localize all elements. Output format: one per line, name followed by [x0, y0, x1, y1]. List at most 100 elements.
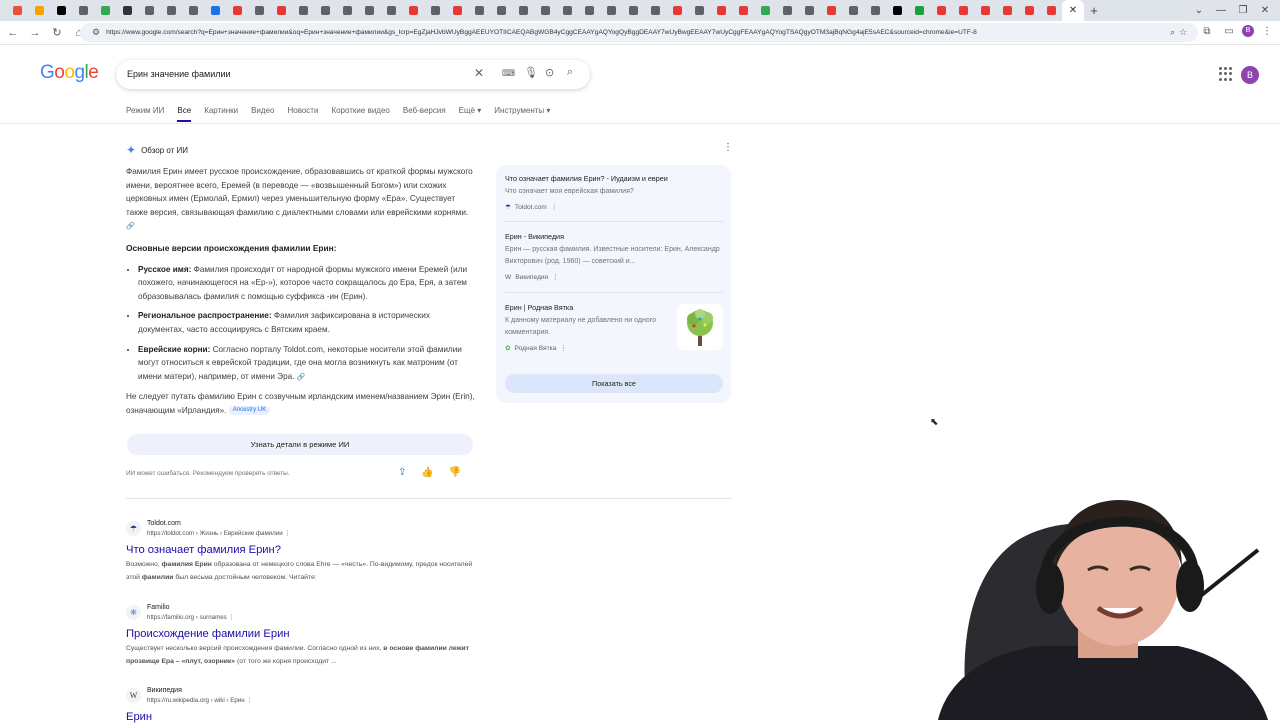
keyboard-icon[interactable]: ⌨ [502, 68, 515, 79]
browser-tab[interactable] [402, 0, 424, 21]
browser-tab[interactable] [380, 0, 402, 21]
source-card[interactable]: Ерин | Родная Вятка К данному материалу … [505, 303, 670, 352]
browser-tab[interactable] [930, 0, 952, 21]
google-logo[interactable]: Google [40, 62, 99, 84]
browser-tab[interactable] [512, 0, 534, 21]
more-icon[interactable]: ⋮ [552, 273, 559, 281]
browser-tab[interactable] [424, 0, 446, 21]
source-chip[interactable]: Ancestry UK [228, 406, 271, 416]
browser-tab[interactable] [974, 0, 996, 21]
browser-tab[interactable] [710, 0, 732, 21]
reload-icon[interactable]: ↻ [48, 26, 66, 39]
result-title-link[interactable]: Ерин [126, 710, 526, 724]
account-avatar[interactable]: B [1241, 66, 1259, 84]
browser-tab[interactable] [534, 0, 556, 21]
browser-tab[interactable] [182, 0, 204, 21]
more-icon[interactable]: ⋮ [560, 344, 567, 352]
browser-tab[interactable] [358, 0, 380, 21]
tab-short-videos[interactable]: Короткие видео [331, 106, 389, 122]
tab-web[interactable]: Веб-версия [403, 106, 446, 122]
address-url[interactable]: https://www.google.com/search?q=Ерин+зна… [106, 29, 1166, 36]
browser-tab[interactable] [688, 0, 710, 21]
result-source[interactable]: ❋ Familio https://familio.org › surnames… [126, 603, 526, 622]
new-tab-icon[interactable]: + [1084, 3, 1104, 18]
share-icon[interactable]: ⇪ [398, 467, 406, 478]
thumbs-up-icon[interactable]: 👍 [421, 467, 433, 478]
browser-tab[interactable] [160, 0, 182, 21]
search-icon[interactable]: ⌕ [567, 66, 573, 79]
browser-tab[interactable] [6, 0, 28, 21]
browser-tab[interactable] [886, 0, 908, 21]
browser-tab[interactable] [72, 0, 94, 21]
browser-tab[interactable] [578, 0, 600, 21]
tab-all[interactable]: Все [177, 106, 192, 122]
tree-thumbnail-icon[interactable] [677, 304, 723, 350]
link-icon[interactable]: 🔗 [297, 374, 306, 381]
more-icon[interactable]: ⋮ [284, 530, 290, 537]
forward-icon[interactable]: → [26, 27, 44, 39]
tab-tools[interactable]: Инструменты ▾ [494, 106, 550, 122]
browser-tab[interactable] [248, 0, 270, 21]
result-title-link[interactable]: Что означает фамилия Ерин? [126, 543, 526, 557]
bookmark-star-icon[interactable]: ☆ [1179, 27, 1187, 38]
browser-tab[interactable] [798, 0, 820, 21]
browser-tab[interactable] [556, 0, 578, 21]
browser-tab[interactable] [336, 0, 358, 21]
browser-tab[interactable] [446, 0, 468, 21]
source-title[interactable]: Что означает фамилия Ерин? - Иудаизм и е… [505, 174, 725, 184]
result-title-link[interactable]: Происхождение фамилии Ерин [126, 627, 526, 641]
browser-tab[interactable] [270, 0, 292, 21]
browser-tab[interactable] [996, 0, 1018, 21]
more-icon[interactable]: ⋮ [229, 614, 235, 621]
menu-icon[interactable]: ⋮ [1258, 26, 1276, 37]
browser-tab[interactable] [952, 0, 974, 21]
browser-tab[interactable] [50, 0, 72, 21]
apps-grid-icon[interactable] [1219, 67, 1233, 81]
cast-icon[interactable]: ▭ [1220, 26, 1238, 37]
browser-tab[interactable] [314, 0, 336, 21]
browser-tab[interactable] [138, 0, 160, 21]
search-input[interactable]: Ерин значение фамилии [127, 69, 231, 79]
result-source[interactable]: ☂ Toldot.com https://toldot.com › Жизнь … [126, 519, 526, 538]
tab-news[interactable]: Новости [287, 106, 318, 122]
extensions-icon[interactable]: ⧉ [1198, 26, 1216, 37]
browser-tab[interactable] [820, 0, 842, 21]
browser-tab[interactable] [1018, 0, 1040, 21]
address-bar[interactable]: ⚙ https://www.google.com/search?q=Ерин+з… [80, 23, 1198, 42]
browser-tab[interactable] [292, 0, 314, 21]
active-tab-close-icon[interactable]: ✕ [1062, 0, 1084, 21]
thumbs-down-icon[interactable]: 👎 [449, 467, 461, 478]
more-icon[interactable]: ⋮ [551, 203, 558, 211]
clear-icon[interactable]: ✕ [474, 66, 484, 80]
close-window-icon[interactable]: ✕ [1254, 5, 1276, 16]
link-icon[interactable]: 🔗 [126, 223, 135, 230]
browser-tab[interactable] [116, 0, 138, 21]
lens-icon[interactable]: ⊙ [545, 66, 554, 79]
tab-video[interactable]: Видео [251, 106, 274, 122]
search-box[interactable]: Ерин значение фамилии ✕ ⌨ 🎙 ⊙ ⌕ [116, 60, 590, 89]
zoom-icon[interactable]: ⌕ [1170, 27, 1175, 38]
source-card[interactable]: Что означает фамилия Ерин? - Иудаизм и е… [505, 174, 725, 211]
browser-tab[interactable] [226, 0, 248, 21]
tab-search-icon[interactable]: ⌄ [1188, 5, 1210, 16]
browser-tab[interactable] [600, 0, 622, 21]
browser-tab[interactable] [908, 0, 930, 21]
browser-tab[interactable] [1040, 0, 1062, 21]
tab-ai-mode[interactable]: Режим ИИ [126, 106, 164, 122]
browser-tab[interactable] [468, 0, 490, 21]
source-card[interactable]: Ерин - Википедия Ерин — русская фамилия.… [505, 232, 725, 281]
browser-tab[interactable] [94, 0, 116, 21]
browser-tab[interactable] [864, 0, 886, 21]
result-source[interactable]: W Википедия https://ru.wikipedia.org › w… [126, 686, 526, 705]
browser-tab[interactable] [644, 0, 666, 21]
browser-tab[interactable] [842, 0, 864, 21]
restore-icon[interactable]: ❐ [1232, 5, 1254, 16]
source-title[interactable]: Ерин | Родная Вятка [505, 303, 670, 313]
browser-tab[interactable] [490, 0, 512, 21]
minimize-icon[interactable]: — [1210, 5, 1232, 16]
browser-tab[interactable] [732, 0, 754, 21]
profile-avatar[interactable]: B [1242, 25, 1254, 37]
source-title[interactable]: Ерин - Википедия [505, 232, 725, 242]
microphone-icon[interactable]: 🎙 [524, 66, 538, 79]
show-all-button[interactable]: Показать все [505, 374, 723, 393]
